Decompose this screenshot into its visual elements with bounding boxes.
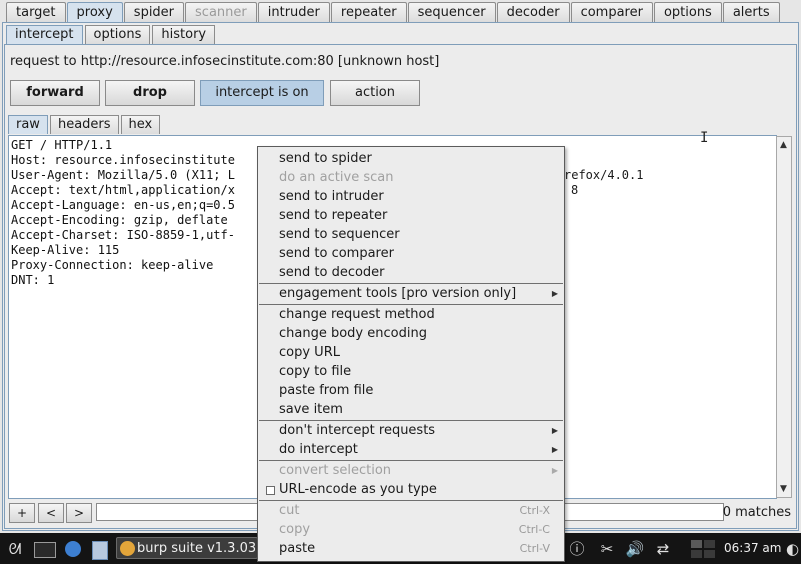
request-line-overflow: refox/4.0.1 (564, 168, 644, 182)
network-icon[interactable]: ⇄ (652, 538, 674, 560)
scroll-up-arrow-icon[interactable]: ▲ (780, 140, 787, 150)
request-target-label: request to http://resource.infosecinstit… (10, 54, 440, 69)
tab-proxy-options[interactable]: options (84, 25, 151, 44)
task-label: burp suite v1.3.03 (137, 541, 257, 556)
menu-item-save-item[interactable]: save item (258, 400, 564, 419)
clock: 06:37 am (724, 541, 782, 555)
request-line: Host: resource.infosecinstitute (11, 153, 235, 167)
drop-button[interactable]: drop (105, 80, 195, 106)
proxy-sub-tab-bar: intercept options history (6, 25, 217, 44)
menu-item-send-to-sequencer[interactable]: send to sequencer (258, 225, 564, 244)
taskbar-burp-suite-task[interactable]: burp suite v1.3.03 (116, 537, 258, 559)
scroll-down-arrow-icon[interactable]: ▼ (780, 484, 787, 494)
request-line: Accept-Charset: ISO-8859-1,utf- (11, 228, 235, 242)
request-line: Keep-Alive: 115 (11, 243, 120, 257)
context-menu: send to spider do an active scan send to… (257, 146, 565, 562)
tab-intercept[interactable]: intercept (6, 25, 83, 44)
shortcut-label: Ctrl-C (518, 523, 550, 536)
submenu-arrow-icon: ▶ (551, 289, 558, 298)
request-line: User-Agent: Mozilla/5.0 (X11; L (11, 168, 235, 182)
find-previous-button[interactable]: < (38, 503, 64, 523)
menu-item-send-to-comparer[interactable]: send to comparer (258, 244, 564, 263)
main-tab-bar: target proxy spider scanner intruder rep… (6, 2, 781, 22)
checkbox-icon[interactable] (266, 486, 275, 495)
menu-item-copy[interactable]: copy Ctrl-C (258, 520, 564, 539)
menu-item-active-scan[interactable]: do an active scan (258, 168, 564, 187)
tab-decoder[interactable]: decoder (496, 2, 570, 22)
editor-scrollbar[interactable]: ▲ ▼ (776, 136, 792, 498)
request-line: Accept: text/html,application/x (11, 183, 235, 197)
tab-comparer[interactable]: comparer (570, 2, 653, 22)
info-icon[interactable]: ⓘ (566, 538, 588, 560)
menu-item-url-encode-as-you-type[interactable]: URL-encode as you type (258, 480, 564, 499)
request-line-overflow: 8 (571, 183, 579, 197)
intercept-toggle-button[interactable]: intercept is on (200, 80, 324, 106)
tab-headers[interactable]: headers (49, 115, 119, 134)
message-view-tab-bar: raw headers hex (8, 115, 162, 134)
tab-intruder[interactable]: intruder (257, 2, 330, 22)
menu-item-send-to-decoder[interactable]: send to decoder (258, 263, 564, 282)
tab-hex[interactable]: hex (120, 115, 161, 134)
menu-item-copy-to-file[interactable]: copy to file (258, 362, 564, 381)
menu-item-change-body-encoding[interactable]: change body encoding (258, 324, 564, 343)
scissors-icon[interactable]: ✂ (596, 538, 618, 560)
tab-target[interactable]: target (6, 2, 66, 22)
find-next-button[interactable]: > (66, 503, 92, 523)
request-line: GET / HTTP/1.1 (11, 138, 113, 152)
request-line: DNT: 1 (11, 273, 55, 287)
action-button[interactable]: action (330, 80, 420, 106)
tab-raw[interactable]: raw (8, 115, 48, 134)
submenu-arrow-icon: ▶ (551, 466, 558, 475)
find-add-button[interactable]: + (9, 503, 35, 523)
power-icon[interactable]: ◐ (784, 538, 801, 560)
menu-item-do-intercept[interactable]: do intercept ▶ (258, 440, 564, 459)
text-cursor-icon: I (700, 130, 709, 146)
tab-sequencer[interactable]: sequencer (407, 2, 496, 22)
tab-proxy[interactable]: proxy (66, 2, 123, 22)
tab-spider[interactable]: spider (123, 2, 185, 22)
menu-item-convert-selection[interactable]: convert selection ▶ (258, 461, 564, 480)
submenu-arrow-icon: ▶ (551, 426, 558, 435)
submenu-arrow-icon: ▶ (551, 445, 558, 454)
menu-item-send-to-spider[interactable]: send to spider (258, 149, 564, 168)
workspace-switcher[interactable] (690, 538, 718, 560)
file-manager-icon[interactable] (88, 538, 110, 560)
tab-history[interactable]: history (152, 25, 216, 44)
request-line: Accept-Language: en-us,en;q=0.5 (11, 198, 235, 212)
request-line: Proxy-Connection: keep-alive (11, 258, 214, 272)
forward-button[interactable]: forward (10, 80, 100, 106)
menu-item-paste[interactable]: paste Ctrl-V (258, 539, 564, 558)
volume-icon[interactable]: 🔊 (624, 538, 646, 560)
burp-suite-icon (120, 541, 135, 556)
menu-item-copy-url[interactable]: copy URL (258, 343, 564, 362)
tab-alerts[interactable]: alerts (722, 2, 780, 22)
menu-item-send-to-intruder[interactable]: send to intruder (258, 187, 564, 206)
match-count: 0 matches (722, 505, 791, 520)
tab-options[interactable]: options (653, 2, 722, 22)
shortcut-label: Ctrl-V (519, 542, 550, 555)
tab-repeater[interactable]: repeater (330, 2, 407, 22)
menu-item-paste-from-file[interactable]: paste from file (258, 381, 564, 400)
menu-item-engagement-tools[interactable]: engagement tools [pro version only] ▶ (258, 284, 564, 303)
shortcut-label: Ctrl-X (519, 504, 550, 517)
request-line: Accept-Encoding: gzip, deflate (11, 213, 228, 227)
menu-item-dont-intercept[interactable]: don't intercept requests ▶ (258, 421, 564, 440)
tab-scanner[interactable]: scanner (185, 2, 257, 22)
start-menu-icon[interactable]: ᘛ (4, 538, 26, 560)
browser-icon[interactable] (62, 538, 84, 560)
menu-item-cut[interactable]: cut Ctrl-X (258, 501, 564, 520)
menu-item-change-request-method[interactable]: change request method (258, 305, 564, 324)
menu-item-send-to-repeater[interactable]: send to repeater (258, 206, 564, 225)
terminal-icon[interactable] (32, 538, 56, 560)
